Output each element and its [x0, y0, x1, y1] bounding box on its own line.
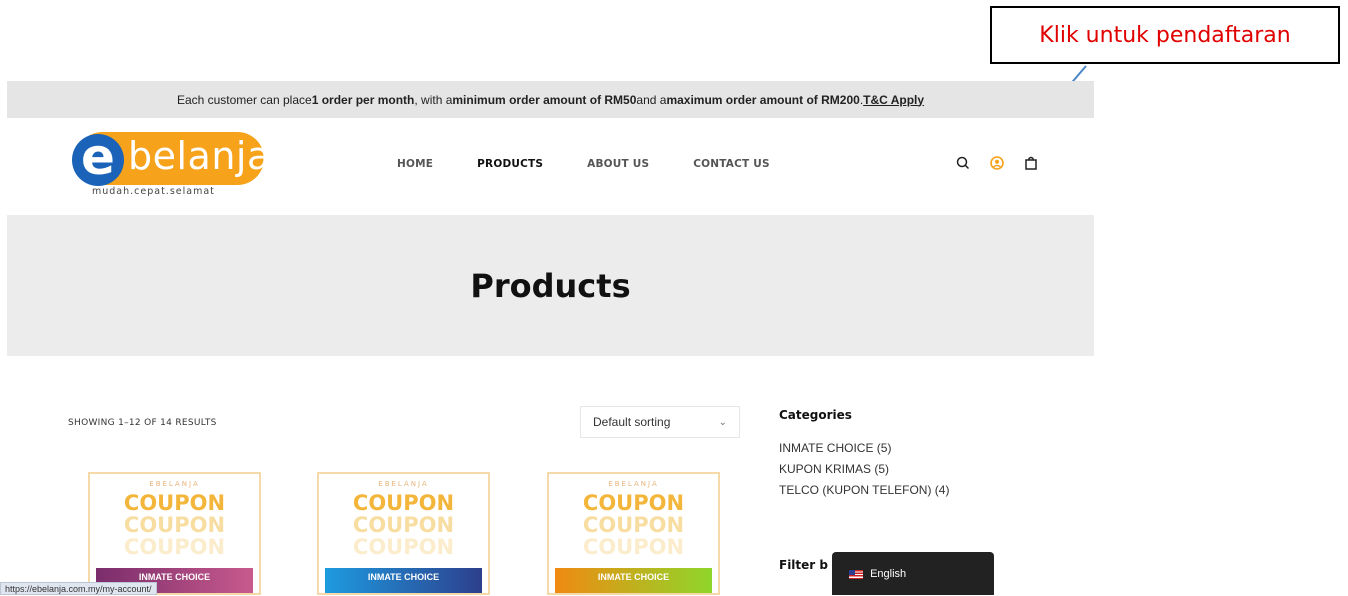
product-band: INMATE CHOICE: [325, 568, 482, 593]
promo-text: and a: [636, 92, 667, 107]
category-link[interactable]: INMATE CHOICE (5): [779, 438, 949, 459]
product-title-line: COUPON: [582, 491, 685, 515]
promo-text: Each customer can place: [176, 92, 312, 107]
header-icons: [955, 155, 1057, 171]
account-icon[interactable]: [989, 155, 1005, 171]
logo-letter: e: [72, 132, 124, 186]
shop-sidebar: Categories INMATE CHOICE (5) KUPON KRIMA…: [779, 408, 949, 501]
site-header: e belanja mudah.cepat.selamat HOME PRODU…: [7, 118, 1094, 215]
promo-bold: 1 order per month: [311, 92, 415, 107]
product-band: INMATE CHOICE: [555, 568, 712, 593]
product-brand: EBELANJA: [149, 480, 200, 488]
sort-select[interactable]: Default sorting ⌄: [580, 406, 740, 438]
promo-bold: minimum order amount of RM50: [452, 92, 637, 107]
product-brand: EBELANJA: [378, 480, 429, 488]
nav-contact-us[interactable]: CONTACT US: [693, 158, 770, 170]
callout-text: Klik untuk pendaftaran: [1039, 22, 1291, 48]
product-title-line: COUPON: [352, 535, 455, 559]
cart-icon[interactable]: [1023, 155, 1039, 171]
product-brand: EBELANJA: [608, 480, 659, 488]
chevron-down-icon: ⌄: [718, 416, 727, 428]
product-title-line: COUPON: [582, 513, 685, 537]
page-title: Products: [470, 266, 631, 305]
nav-home[interactable]: HOME: [397, 158, 433, 170]
promo-bold: maximum order amount of RM200: [666, 92, 860, 107]
product-title-line: COUPON: [352, 513, 455, 537]
language-label: English: [870, 568, 907, 580]
website: Each customer can place 1 order per mont…: [7, 81, 1094, 356]
product-title-line: COUPON: [123, 491, 226, 515]
category-list: INMATE CHOICE (5) KUPON KRIMAS (5) TELCO…: [779, 438, 949, 501]
sort-value: Default sorting: [593, 415, 671, 429]
main-nav: HOME PRODUCTS ABOUT US CONTACT US: [397, 158, 814, 170]
category-link[interactable]: KUPON KRIMAS (5): [779, 459, 949, 480]
product-card[interactable]: EBELANJA COUPON COUPON COUPON INMATE CHO…: [317, 472, 490, 595]
status-bar-url: https://ebelanja.com.my/my-account/: [0, 582, 157, 595]
nav-products[interactable]: PRODUCTS: [477, 158, 543, 170]
annotation-callout: Klik untuk pendaftaran: [990, 6, 1340, 64]
search-icon[interactable]: [955, 155, 971, 171]
page-hero: Products: [7, 215, 1094, 356]
product-card[interactable]: EBELANJA COUPON COUPON COUPON INMATE CHO…: [547, 472, 720, 595]
filter-heading: Filter b: [779, 558, 828, 572]
product-card[interactable]: EBELANJA COUPON COUPON COUPON INMATE CHO…: [88, 472, 261, 595]
product-title-line: COUPON: [352, 491, 455, 515]
logo-tagline: mudah.cepat.selamat: [92, 186, 215, 197]
product-title-line: COUPON: [123, 513, 226, 537]
categories-heading: Categories: [779, 408, 852, 422]
nav-about-us[interactable]: ABOUT US: [587, 158, 649, 170]
result-count: SHOWING 1–12 OF 14 RESULTS: [68, 418, 217, 428]
us-flag-icon: [849, 569, 863, 579]
product-title-line: COUPON: [123, 535, 226, 559]
tc-link[interactable]: T&C Apply: [863, 93, 924, 107]
promo-bar: Each customer can place 1 order per mont…: [7, 81, 1094, 118]
product-title-line: COUPON: [582, 535, 685, 559]
language-switcher[interactable]: English: [832, 552, 994, 595]
category-link[interactable]: TELCO (KUPON TELEFON) (4): [779, 480, 949, 501]
logo-word: belanja: [128, 134, 271, 178]
promo-text: , with a: [414, 92, 453, 107]
